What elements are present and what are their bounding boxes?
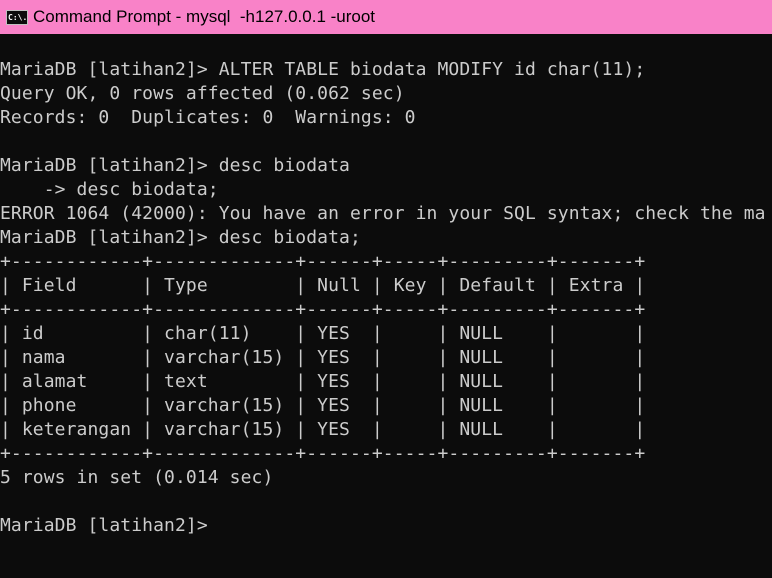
command-prompt-icon: C:\. xyxy=(6,9,28,25)
console-line-result: Query OK, 0 rows affected (0.062 sec) xyxy=(0,83,405,104)
window-title: Command Prompt - mysql -h127.0.0.1 -uroo… xyxy=(33,7,376,26)
console-prompt[interactable]: MariaDB [latihan2]> xyxy=(0,514,772,538)
table-border: +------------+-------------+------+-----… xyxy=(0,251,646,272)
table-row: | id | char(11) | YES | | NULL | | xyxy=(0,323,646,344)
table-border: +------------+-------------+------+-----… xyxy=(0,443,646,464)
table-row: | alamat | text | YES | | NULL | | xyxy=(0,371,646,392)
console-line-error: ERROR 1064 (42000): You have an error in… xyxy=(0,203,766,224)
console-line-command: MariaDB [latihan2]> ALTER TABLE biodata … xyxy=(0,59,646,80)
console-line-result: Records: 0 Duplicates: 0 Warnings: 0 xyxy=(0,107,416,128)
console-line-result: 5 rows in set (0.014 sec) xyxy=(0,467,274,488)
table-border: +------------+-------------+------+-----… xyxy=(0,299,646,320)
command-prompt-window: C:\. Command Prompt - mysql -h127.0.0.1 … xyxy=(0,0,772,578)
console-line-command: MariaDB [latihan2]> desc biodata xyxy=(0,155,350,176)
console-line-command: MariaDB [latihan2]> desc biodata; xyxy=(0,227,361,248)
table-row: | phone | varchar(15) | YES | | NULL | | xyxy=(0,395,646,416)
title-bar[interactable]: C:\. Command Prompt - mysql -h127.0.0.1 … xyxy=(0,0,772,34)
console-line-continuation: -> desc biodata; xyxy=(0,179,219,200)
console-output[interactable]: MariaDB [latihan2]> ALTER TABLE biodata … xyxy=(0,58,772,538)
table-header-row: | Field | Type | Null | Key | Default | … xyxy=(0,275,646,296)
table-row: | keterangan | varchar(15) | YES | | NUL… xyxy=(0,419,646,440)
table-row: | nama | varchar(15) | YES | | NULL | | xyxy=(0,347,646,368)
